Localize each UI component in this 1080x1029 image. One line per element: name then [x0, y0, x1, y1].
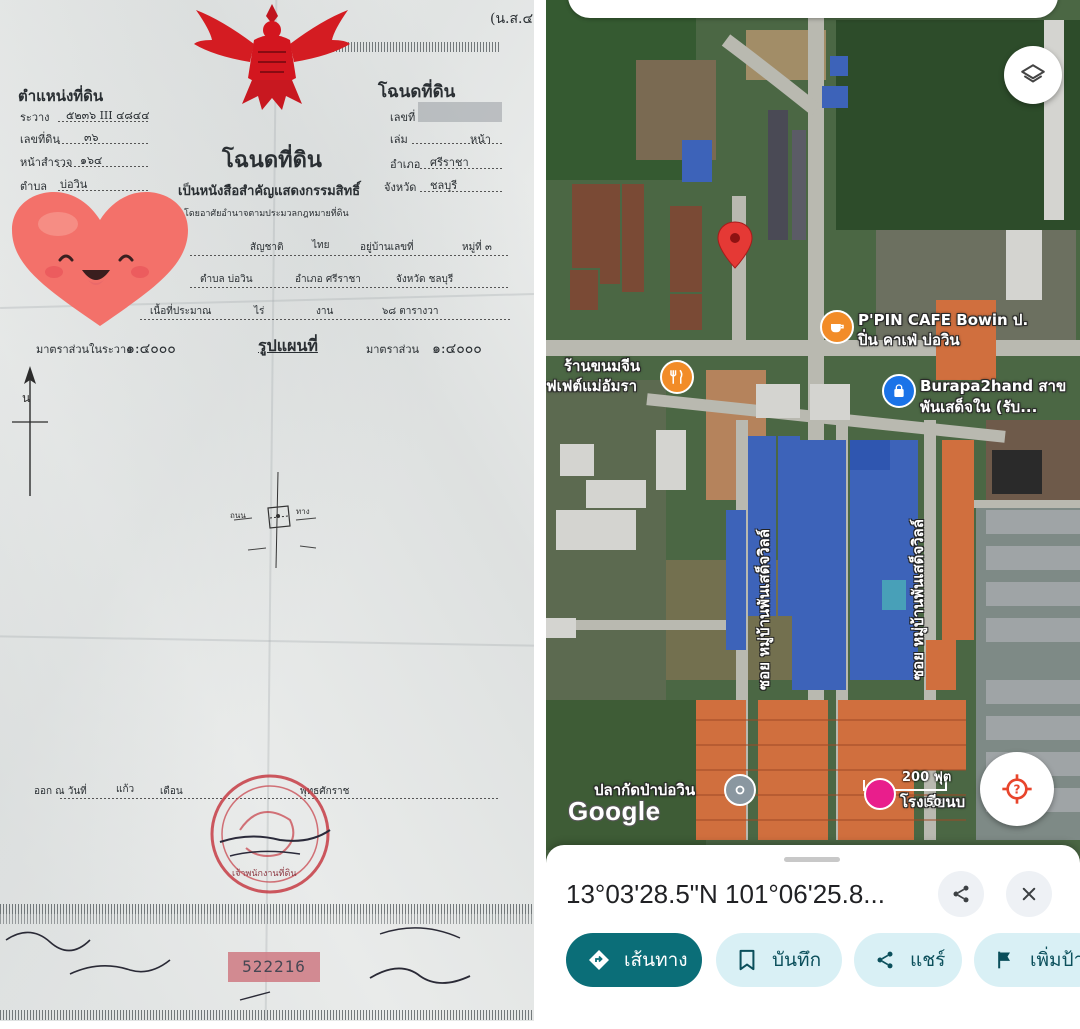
share-button[interactable]	[938, 871, 984, 917]
map-heading: รูปแผนที่	[258, 336, 318, 355]
field-line	[190, 255, 510, 256]
flag-icon	[992, 947, 1018, 973]
road-label: ซอย หมู่บ้านพันเสด็จวิลล์	[755, 529, 773, 690]
my-location-icon: ?	[1002, 774, 1032, 804]
map-view[interactable]: P'PIN CAFE Bowin ป. ปิ่น คาเฟ่ บ่อวิน ร้…	[546, 0, 1080, 1029]
field-line	[420, 168, 504, 169]
stamp-number: 522216	[228, 952, 320, 982]
layers-icon	[1021, 64, 1045, 83]
poi-restaurant-name-2[interactable]: ฟเฟต์แม่อัมรา	[546, 374, 637, 398]
field-label: อำเภอ	[390, 158, 421, 171]
svg-text:?: ?	[1014, 783, 1021, 797]
deed-title-right: โฉนดที่ดิน	[378, 82, 456, 102]
field-value: หน้า	[470, 133, 491, 146]
shopping-bag-icon[interactable]	[882, 374, 916, 408]
save-label: บันทึก	[772, 949, 822, 971]
svg-text:ทาง: ทาง	[296, 507, 310, 516]
share-chip-button[interactable]: แชร์	[854, 933, 962, 987]
area-ngan: งาน	[316, 306, 334, 317]
deed-subtitle: เป็นหนังสือสำคัญแสดงกรรมสิทธิ์	[178, 184, 361, 199]
field-line	[140, 319, 510, 320]
security-border	[0, 904, 534, 914]
location-pin-icon[interactable]	[718, 222, 752, 268]
svg-text:ถนน: ถนน	[230, 511, 246, 520]
area-wa: ๖๘ ตารางวา	[382, 306, 439, 317]
scale-bar-label: 200 ฟุต	[902, 770, 952, 785]
poi-cafe-name-th[interactable]: ปิ่น คาเฟ่ บ่อวิน	[858, 328, 960, 352]
restaurant-icon[interactable]	[660, 360, 694, 394]
poi-shop-name-th[interactable]: พันเสด็จใน (รับ...	[920, 395, 1037, 419]
tambon-text: ตำบล บ่อวิน	[200, 274, 253, 285]
sheet-drag-handle[interactable]	[784, 857, 840, 862]
add-label-text: เพิ่มป้า	[1030, 949, 1080, 971]
parcel-sketch: ถนน ทาง	[230, 471, 317, 569]
my-location-button[interactable]: ?	[980, 752, 1054, 826]
scale-right-value: ๑:๔๐๐๐	[432, 341, 482, 357]
google-logo: Google	[568, 796, 661, 826]
issued-day: แก้ว	[116, 784, 135, 795]
field-label: หน้าสำรวจ	[20, 156, 73, 169]
field-line	[412, 143, 504, 144]
heart-sticker-icon	[12, 192, 188, 326]
svg-text:น: น	[22, 391, 30, 405]
place-icon[interactable]	[724, 774, 756, 806]
share-label: แชร์	[910, 949, 946, 971]
close-icon	[1022, 887, 1036, 901]
place-bottom-sheet[interactable]: 13°03'28.5"N 101°06'25.8... เส้นทาง บันท…	[546, 845, 1080, 1029]
land-deed-photo: (น.ส.๔ ตำแหน่งที่ดิน โฉนดที่ดิน ระวาง ๕๒…	[0, 0, 540, 1021]
field-line	[58, 143, 148, 144]
directions-icon	[586, 947, 612, 973]
school-icon[interactable]	[864, 778, 896, 810]
field-label: เลขที่	[390, 111, 416, 124]
moo-label: หมู่ที่ ๓	[462, 242, 492, 253]
nationality-label: สัญชาติ	[250, 242, 284, 253]
directions-button[interactable]: เส้นทาง	[566, 933, 702, 987]
redacted-number	[418, 102, 502, 122]
nationality-value: ไทย	[312, 240, 330, 251]
cafe-icon[interactable]	[820, 310, 854, 344]
directions-label: เส้นทาง	[624, 949, 688, 971]
road-label: ซอย หมู่บ้านพันเสด็จวิลล์	[909, 519, 927, 680]
seal-text: เจ้าพนักงานที่ดิน	[232, 869, 297, 879]
bookmark-icon	[734, 947, 760, 973]
field-label: ระวาง	[20, 111, 50, 124]
layers-button[interactable]	[1004, 46, 1062, 104]
field-line	[58, 166, 148, 167]
field-label: จังหวัด	[384, 181, 417, 194]
field-line	[58, 121, 148, 122]
amphoe-text: อำเภอ ศรีราชา	[295, 274, 361, 285]
field-line	[190, 287, 510, 288]
scale-left-label: มาตราส่วนในระวาง	[36, 343, 132, 356]
field-line	[420, 191, 504, 192]
address-label: อยู่บ้านเลขที่	[360, 242, 414, 253]
search-bar[interactable]	[568, 0, 1058, 18]
north-arrow-icon: น	[12, 366, 48, 496]
form-code: (น.ส.๔	[490, 11, 534, 27]
scale-bar-sub: 50	[926, 796, 942, 809]
save-button[interactable]: บันทึก	[716, 933, 842, 987]
issued-month: เดือน	[160, 786, 183, 797]
share-icon	[872, 947, 898, 973]
issued-at: ออก ณ วันที่	[34, 786, 87, 797]
field-label: เล่ม	[390, 133, 408, 146]
area-rai: ไร่	[254, 306, 265, 317]
official-seal-icon	[210, 774, 331, 894]
close-button[interactable]	[1006, 871, 1052, 917]
coordinates-text: 13°03'28.5"N 101°06'25.8...	[566, 879, 885, 909]
share-icon	[953, 885, 969, 903]
deed-title: โฉนดที่ดิน	[222, 147, 322, 173]
scale-left-value: ๑:๔๐๐๐	[126, 341, 176, 357]
province-text: จังหวัด ชลบุรี	[396, 274, 454, 285]
location-heading: ตำแหน่งที่ดิน	[18, 87, 104, 105]
garuda-emblem-icon	[194, 4, 350, 110]
scale-right-label: มาตราส่วน	[366, 343, 420, 356]
field-label: เลขที่ดิน	[20, 133, 60, 146]
deed-legal-basis: โดยอาศัยอำนาจตามประมวลกฎหมายที่ดิน	[184, 209, 349, 219]
add-label-button[interactable]: เพิ่มป้า	[974, 933, 1080, 987]
